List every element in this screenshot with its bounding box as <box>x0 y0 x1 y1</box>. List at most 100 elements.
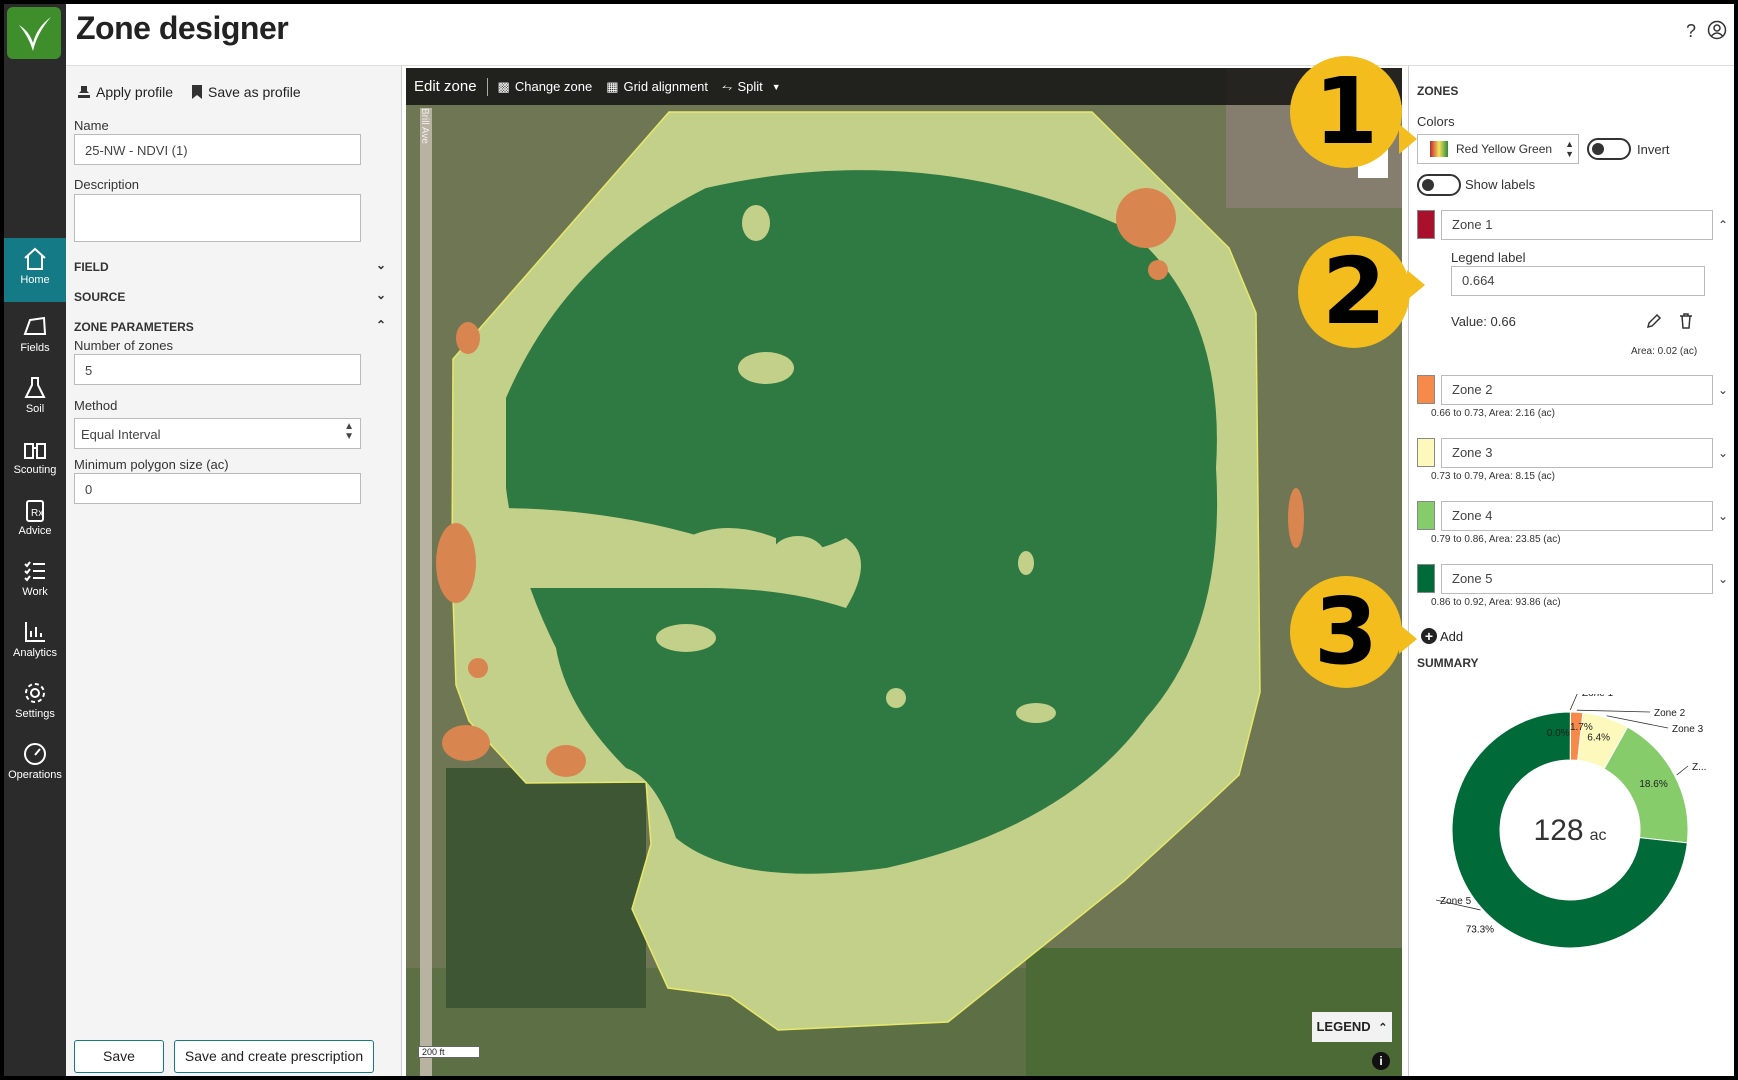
split-dropdown[interactable]: ⥊ Split ▼ <box>722 79 781 95</box>
grid-icon: ▦ <box>606 78 619 94</box>
chevron-down-icon[interactable]: ⌄ <box>1718 383 1728 397</box>
donut-zone-label: Zone 2 <box>1654 708 1686 719</box>
section-field-label: FIELD <box>74 260 109 274</box>
info-icon[interactable]: i <box>1372 1052 1390 1070</box>
nav-item-soil[interactable]: Soil <box>4 367 66 431</box>
color-scheme-select[interactable]: Red Yellow Green ▲ ▼ <box>1417 134 1579 164</box>
scale-bar: 200 ft <box>418 1046 480 1058</box>
legend-label-title: Legend label <box>1451 250 1526 265</box>
zone-range-text: 0.79 to 0.86, Area: 23.85 (ac) <box>1431 534 1561 545</box>
zones-count-label: Number of zones <box>74 338 173 353</box>
chevron-down-icon[interactable]: ⌄ <box>1718 572 1728 586</box>
zone-name-field[interactable]: Zone 3 <box>1441 438 1713 468</box>
save-as-profile-label: Save as profile <box>208 84 301 100</box>
min-polygon-field[interactable]: 0 <box>74 473 361 504</box>
nav-item-settings[interactable]: Settings <box>4 672 66 736</box>
svg-text:Rx: Rx <box>31 508 43 519</box>
zone-color-swatch[interactable] <box>1417 375 1435 404</box>
binoculars-icon <box>24 443 46 459</box>
callout-badge-1: 1 <box>1290 56 1402 168</box>
sort-arrows-icon: ▲ ▼ <box>1565 139 1574 159</box>
color-scheme-value: Red Yellow Green <box>1456 142 1553 156</box>
chevron-up-icon[interactable]: ⌃ <box>1718 218 1728 232</box>
callout-pointer <box>1399 624 1417 654</box>
app-logo[interactable] <box>7 7 61 59</box>
description-field[interactable] <box>74 194 361 242</box>
invert-label: Invert <box>1637 142 1670 157</box>
nav-item-operations[interactable]: Operations <box>4 733 66 797</box>
legend-button[interactable]: LEGEND ⌃ <box>1312 1012 1392 1042</box>
gear-icon <box>25 683 45 703</box>
user-circle-icon[interactable] <box>1706 20 1728 42</box>
invert-toggle[interactable] <box>1587 138 1631 160</box>
section-field-toggle[interactable]: FIELD ⌄ <box>74 258 394 274</box>
caret-down-icon: ▼ <box>771 81 781 92</box>
callout-badge-3: 3 <box>1290 576 1402 688</box>
top-header: Zone designer ? <box>66 4 1734 66</box>
legend-label-field[interactable]: 0.664 <box>1451 266 1705 296</box>
add-zone-button[interactable]: + Add <box>1421 628 1463 644</box>
donut-percent-label: 6.4% <box>1587 732 1610 743</box>
change-zone-button[interactable]: ▩ Change zone <box>498 79 593 95</box>
nav-item-fields[interactable]: Fields <box>4 306 66 370</box>
map-view[interactable]: Edit zone ▩ Change zone ▦ Grid alignment… <box>406 68 1402 1076</box>
show-labels-toggle[interactable] <box>1417 174 1461 196</box>
nav-item-advice[interactable]: Rx Advice <box>4 489 66 553</box>
nav-label: Scouting <box>13 464 57 476</box>
nav-item-scouting[interactable]: Scouting <box>4 428 66 492</box>
method-select[interactable]: Equal Interval ▲ ▼ <box>74 418 361 449</box>
split-icon: ⥊ <box>722 78 733 94</box>
zone-color-swatch[interactable] <box>1417 501 1435 530</box>
method-label: Method <box>74 398 118 413</box>
leaf-logo-icon <box>19 17 51 51</box>
zones-count-field[interactable]: 5 <box>74 354 361 385</box>
section-source-toggle[interactable]: SOURCE ⌄ <box>74 288 394 304</box>
zone-name-field[interactable]: Zone 2 <box>1441 375 1713 405</box>
donut-leader-line <box>1676 765 1689 776</box>
gradient-swatch-icon <box>1430 141 1448 157</box>
home-icon <box>24 247 46 270</box>
save-button[interactable]: Save <box>74 1040 164 1073</box>
nav-label: Advice <box>18 525 52 537</box>
trash-icon[interactable] <box>1677 312 1695 335</box>
zone-color-swatch[interactable] <box>1417 438 1435 467</box>
zone-name-field[interactable]: Zone 1 <box>1441 210 1713 240</box>
name-field[interactable]: 25-NW - NDVI (1) <box>74 134 361 165</box>
change-zone-label: Change zone <box>514 79 593 94</box>
add-zone-label: Add <box>1440 628 1464 644</box>
apply-profile-button[interactable]: Apply profile <box>76 84 173 100</box>
chevron-down-icon[interactable]: ⌄ <box>1718 446 1728 460</box>
donut-center-label: 128 ac <box>1534 814 1607 847</box>
callout-pointer <box>1407 270 1425 300</box>
app-window: Home Fields Soil Scouting Rx Advice Work… <box>4 4 1734 1076</box>
edit-zone-label: Edit zone <box>414 78 477 95</box>
show-labels-label: Show labels <box>1465 177 1536 192</box>
bookmark-icon <box>192 85 202 99</box>
donut-percent-label: 73.3% <box>1466 925 1494 936</box>
grid-alignment-button[interactable]: ▦ Grid alignment <box>606 79 708 95</box>
zone-color-swatch[interactable] <box>1417 210 1435 239</box>
donut-zone-label: Z... <box>1692 762 1706 773</box>
nav-item-home[interactable]: Home <box>4 238 66 302</box>
chevron-down-icon: ⌄ <box>375 258 386 272</box>
page-title: Zone designer <box>76 10 289 46</box>
nav-item-work[interactable]: Work <box>4 550 66 614</box>
nav-item-analytics[interactable]: Analytics <box>4 611 66 675</box>
zone-range-text: 0.73 to 0.79, Area: 8.15 (ac) <box>1431 471 1555 482</box>
zone-value-text: Value: 0.66 <box>1451 314 1516 329</box>
zone-color-swatch[interactable] <box>1417 564 1435 593</box>
donut-leader-line <box>1576 709 1651 713</box>
zone-area-text: Area: 0.02 (ac) <box>1631 346 1698 357</box>
zone-name-field[interactable]: Zone 4 <box>1441 501 1713 531</box>
save-create-prescription-button[interactable]: Save and create prescription <box>174 1040 374 1073</box>
donut-percent-label: 0.0% <box>1547 728 1570 739</box>
save-as-profile-button[interactable]: Save as profile <box>190 84 301 100</box>
zone-range-text: 0.86 to 0.92, Area: 93.86 (ac) <box>1431 597 1561 608</box>
chevron-down-icon[interactable]: ⌄ <box>1718 509 1728 523</box>
edit-pencil-icon[interactable] <box>1645 312 1663 335</box>
question-icon[interactable]: ? <box>1680 20 1702 42</box>
zone-name-field[interactable]: Zone 5 <box>1441 564 1713 594</box>
name-label: Name <box>74 118 109 133</box>
donut-svg: 0.0%1.7%6.4%18.6%73.3%Zone 1Zone 2Zone 3… <box>1435 688 1706 949</box>
section-zone-parameters-toggle[interactable]: ZONE PARAMETERS ⌃ <box>74 318 394 334</box>
